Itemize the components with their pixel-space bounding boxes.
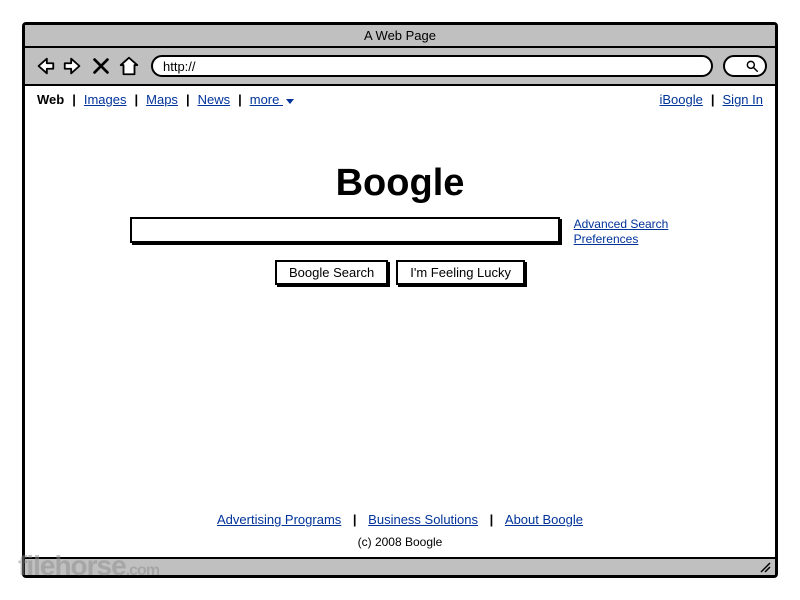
resize-grip-icon[interactable] [759, 561, 771, 573]
search-button[interactable]: Boogle Search [275, 260, 388, 285]
main-area: Boogle Advanced Search Preferences Boogl… [25, 114, 775, 512]
nav-images[interactable]: Images [82, 92, 129, 107]
nav-iboogle[interactable]: iBoogle [658, 92, 705, 107]
browser-search-button[interactable] [723, 55, 767, 77]
chevron-down-icon [285, 96, 295, 106]
status-bar [25, 557, 775, 575]
nav-maps[interactable]: Maps [144, 92, 180, 107]
footer-business[interactable]: Business Solutions [366, 512, 480, 527]
url-input[interactable] [151, 55, 713, 77]
back-icon[interactable] [33, 54, 57, 78]
nav-news[interactable]: News [196, 92, 233, 107]
copyright: (c) 2008 Boogle [25, 535, 775, 549]
browser-toolbar [25, 48, 775, 86]
top-nav: Web | Images | Maps | News | more iBoogl… [25, 86, 775, 114]
browser-window: A Web Page Web | Images | Maps | News | [22, 22, 778, 578]
advanced-search-link[interactable]: Advanced Search [572, 217, 671, 231]
footer-about[interactable]: About Boogle [503, 512, 585, 527]
stop-icon[interactable] [89, 54, 113, 78]
window-title: A Web Page [25, 25, 775, 48]
logo: Boogle [336, 162, 465, 205]
footer-advertising[interactable]: Advertising Programs [215, 512, 343, 527]
forward-icon[interactable] [61, 54, 85, 78]
nav-web[interactable]: Web [35, 92, 66, 107]
search-icon [745, 59, 759, 73]
nav-signin[interactable]: Sign In [721, 92, 765, 107]
page-content: Web | Images | Maps | News | more iBoogl… [25, 86, 775, 557]
feeling-lucky-button[interactable]: I'm Feeling Lucky [396, 260, 525, 285]
footer: Advertising Programs | Business Solution… [25, 512, 775, 557]
preferences-link[interactable]: Preferences [572, 232, 671, 246]
search-input[interactable] [130, 217, 560, 243]
nav-more[interactable]: more [248, 92, 297, 107]
home-icon[interactable] [117, 54, 141, 78]
